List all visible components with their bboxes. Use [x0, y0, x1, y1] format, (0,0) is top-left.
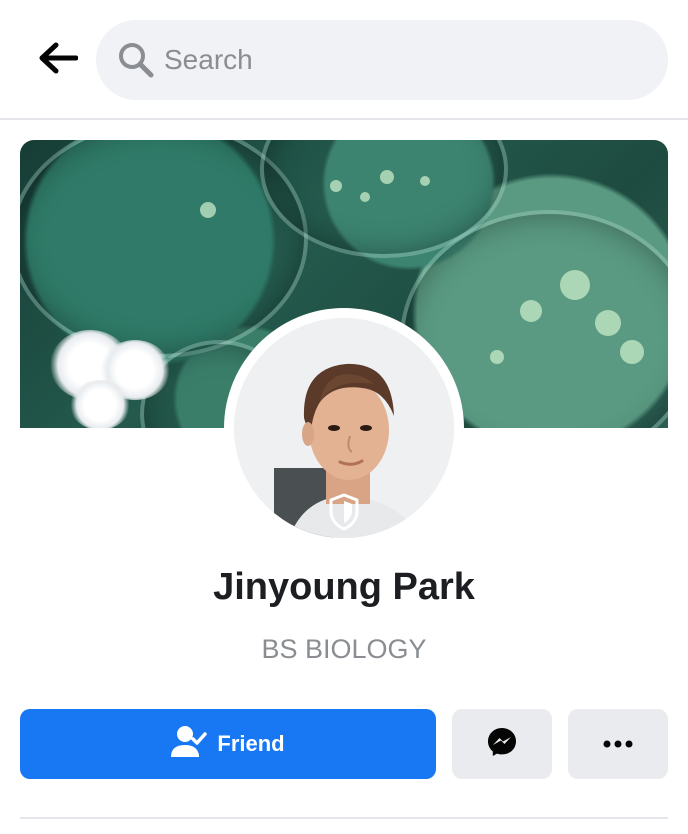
profile-page: Jinyoung Park BS BIOLOGY Friend: [0, 0, 688, 834]
divider: [20, 817, 668, 819]
top-bar: [0, 0, 688, 120]
colony: [560, 270, 590, 300]
colony: [620, 340, 644, 364]
messenger-icon: [487, 727, 517, 762]
friend-button-label: Friend: [217, 731, 285, 756]
colony: [200, 202, 216, 218]
friend-check-icon: [171, 725, 208, 764]
colony: [520, 300, 542, 322]
colony: [595, 310, 621, 336]
cotton-flower: [70, 380, 130, 428]
search-input[interactable]: [162, 43, 646, 77]
colony: [330, 180, 342, 192]
more-dots-icon: [603, 735, 633, 753]
search-icon: [116, 40, 156, 80]
colony: [490, 350, 504, 364]
profile-subtitle: BS BIOLOGY: [261, 634, 427, 664]
friend-button[interactable]: Friend: [20, 709, 436, 779]
arrow-left-icon: [38, 42, 79, 79]
back-button[interactable]: [28, 36, 88, 84]
colony: [380, 170, 394, 184]
shield-icon: [326, 492, 362, 532]
message-button[interactable]: [452, 709, 552, 779]
colony: [360, 192, 370, 202]
more-options-button[interactable]: [568, 709, 668, 779]
search-bar[interactable]: [96, 20, 668, 100]
profile-name: Jinyoung Park: [213, 566, 475, 608]
colony: [420, 176, 430, 186]
